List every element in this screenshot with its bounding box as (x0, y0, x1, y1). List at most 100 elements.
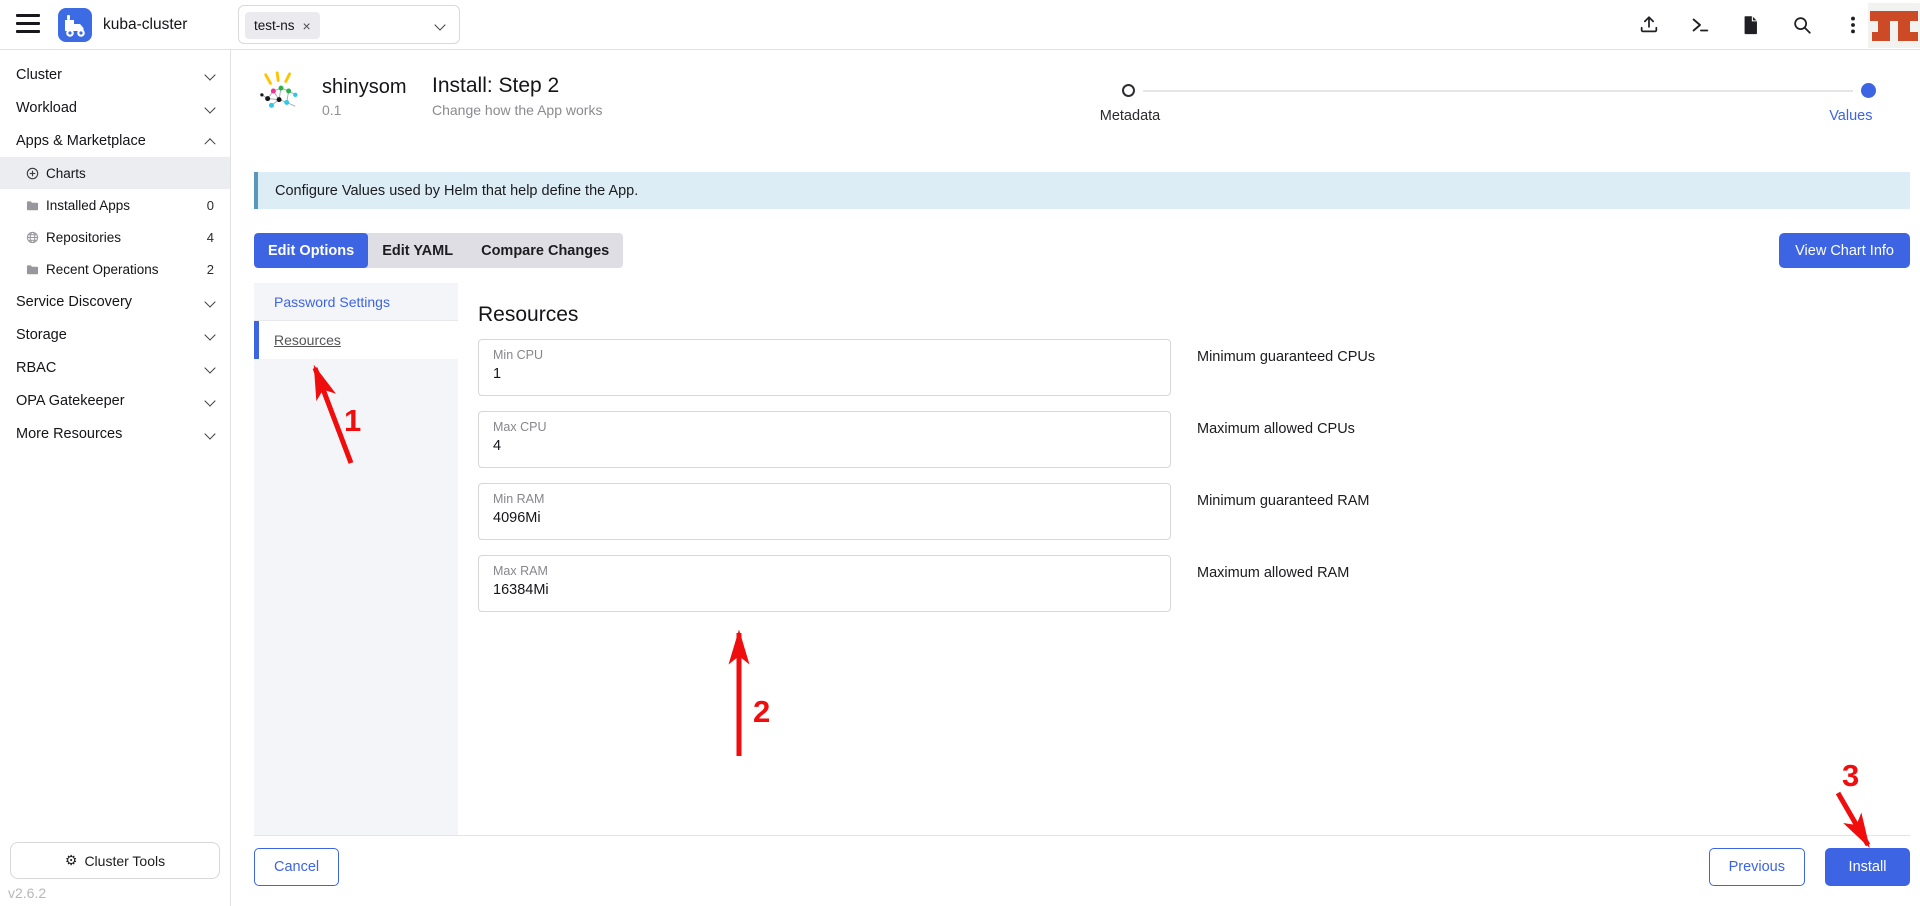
chevron-down-icon (204, 428, 215, 439)
chart-name: shinysom (322, 76, 406, 99)
min-ram-field[interactable]: Min RAM (478, 483, 1171, 540)
wizard-footer: Cancel Previous Install (254, 848, 1910, 888)
kebab-menu-icon[interactable] (1842, 14, 1864, 36)
view-chart-info-button[interactable]: View Chart Info (1779, 233, 1910, 268)
sidebar-group-apps-marketplace[interactable]: Apps & Marketplace (0, 124, 230, 157)
sidebar-group-label: OPA Gatekeeper (16, 393, 125, 409)
info-banner: Configure Values used by Helm that help … (254, 172, 1910, 209)
sidebar-group-label: Service Discovery (16, 294, 132, 310)
section-password-settings[interactable]: Password Settings (254, 283, 458, 321)
namespace-chip[interactable]: test-ns × (245, 12, 320, 39)
max-cpu-label: Max CPU (493, 420, 1156, 434)
rancher-logo-icon[interactable] (58, 8, 92, 42)
form-section-heading: Resources (478, 303, 578, 327)
install-button[interactable]: Install (1825, 848, 1910, 886)
sidebar-group-more-resources[interactable]: More Resources (0, 417, 230, 450)
chart-app-icon (260, 70, 302, 112)
max-ram-input[interactable] (493, 582, 1156, 598)
min-cpu-label: Min CPU (493, 348, 1156, 362)
sidebar-group-label: Cluster (16, 67, 62, 83)
min-ram-label: Min RAM (493, 492, 1156, 506)
hamburger-menu-icon[interactable] (16, 14, 42, 36)
tab-compare-changes[interactable]: Compare Changes (467, 233, 623, 268)
sidebar-group-rbac[interactable]: RBAC (0, 351, 230, 384)
max-cpu-field[interactable]: Max CPU (478, 411, 1171, 468)
step-metadata-label[interactable]: Metadata (1100, 108, 1160, 124)
sidebar-item-installed-apps[interactable]: Installed Apps 0 (0, 189, 230, 221)
chart-version: 0.1 (322, 102, 406, 118)
tab-edit-yaml[interactable]: Edit YAML (368, 233, 467, 268)
chevron-down-icon (204, 329, 215, 340)
info-banner-text: Configure Values used by Helm that help … (275, 183, 638, 199)
search-icon[interactable] (1791, 14, 1813, 36)
sidebar-item-charts[interactable]: Charts (0, 157, 230, 189)
sidebar-group-opa-gatekeeper[interactable]: OPA Gatekeeper (0, 384, 230, 417)
namespace-filter-select[interactable]: test-ns × (238, 5, 460, 44)
remove-namespace-icon[interactable]: × (303, 18, 311, 34)
section-resources[interactable]: Resources (254, 321, 458, 359)
min-cpu-input[interactable] (493, 366, 1156, 382)
toolbar-icons (1638, 0, 1864, 50)
sidebar-group-cluster[interactable]: Cluster (0, 58, 230, 91)
sidebar-group-label: Apps & Marketplace (16, 133, 146, 149)
kubeconfig-file-icon[interactable] (1740, 14, 1762, 36)
form-row-max-ram: Max RAM Maximum allowed RAM (478, 555, 1375, 612)
sidebar-item-recent-operations[interactable]: Recent Operations 2 (0, 253, 230, 285)
step-values-indicator[interactable] (1861, 83, 1876, 98)
min-ram-description: Minimum guaranteed RAM (1197, 493, 1369, 509)
wizard-stepper: Metadata Values (1122, 84, 1876, 132)
cluster-tools-label: Cluster Tools (84, 853, 165, 869)
namespace-chip-label: test-ns (254, 18, 295, 33)
form-row-min-ram: Min RAM Minimum guaranteed RAM (478, 483, 1375, 540)
sidebar-item-label: Repositories (46, 230, 121, 245)
cancel-button[interactable]: Cancel (254, 848, 339, 886)
cluster-tools-button[interactable]: ⚙ Cluster Tools (10, 842, 220, 879)
kubectl-shell-icon[interactable] (1689, 14, 1711, 36)
gear-icon: ⚙ (65, 852, 78, 869)
step-values-label[interactable]: Values (1829, 108, 1872, 124)
sidebar-group-label: Workload (16, 100, 77, 116)
min-ram-input[interactable] (493, 510, 1156, 526)
min-cpu-field[interactable]: Min CPU (478, 339, 1171, 396)
chevron-down-icon (204, 362, 215, 373)
item-count-badge: 4 (207, 230, 214, 245)
previous-button[interactable]: Previous (1709, 848, 1805, 886)
chevron-down-icon (204, 102, 215, 113)
sidebar-group-storage[interactable]: Storage (0, 318, 230, 351)
page-subtitle: Change how the App works (432, 102, 602, 118)
max-cpu-input[interactable] (493, 438, 1156, 454)
sidebar-item-label: Recent Operations (46, 262, 159, 277)
sidebar-group-label: More Resources (16, 426, 122, 442)
main-content: shinysom 0.1 Install: Step 2 Change how … (232, 50, 1920, 906)
tab-edit-options[interactable]: Edit Options (254, 233, 368, 268)
values-section-nav: Password Settings Resources (254, 283, 458, 835)
sidebar-group-service-discovery[interactable]: Service Discovery (0, 285, 230, 318)
cluster-name: kuba-cluster (103, 16, 187, 34)
form-row-max-cpu: Max CPU Maximum allowed CPUs (478, 411, 1375, 468)
stepper-connector (1143, 90, 1853, 92)
sidebar-item-label: Installed Apps (46, 198, 130, 213)
upload-icon[interactable] (1638, 14, 1660, 36)
chevron-up-icon (204, 138, 215, 149)
sidebar-item-repositories[interactable]: Repositories 4 (0, 221, 230, 253)
sidebar-group-label: RBAC (16, 360, 56, 376)
folder-icon (26, 199, 39, 212)
sidebar-item-label: Charts (46, 166, 86, 181)
page-title: Install: Step 2 (432, 74, 602, 98)
chevron-down-icon (204, 69, 215, 80)
item-count-badge: 2 (207, 262, 214, 277)
max-ram-label: Max RAM (493, 564, 1156, 578)
chevron-down-icon (434, 19, 445, 30)
top-bar: kuba-cluster test-ns × (0, 0, 1920, 50)
sidebar-group-workload[interactable]: Workload (0, 91, 230, 124)
max-cpu-description: Maximum allowed CPUs (1197, 421, 1355, 437)
item-count-badge: 0 (207, 198, 214, 213)
folder-icon (26, 263, 39, 276)
circle-plus-icon (26, 167, 39, 180)
cluster-sidebar: Cluster Workload Apps & Marketplace Char… (0, 50, 231, 906)
app-version-text: v2.6.2 (8, 885, 46, 901)
step-metadata-indicator[interactable] (1122, 84, 1135, 97)
max-ram-field[interactable]: Max RAM (478, 555, 1171, 612)
resources-form: Min CPU Minimum guaranteed CPUs Max CPU … (478, 339, 1375, 627)
form-row-min-cpu: Min CPU Minimum guaranteed CPUs (478, 339, 1375, 396)
